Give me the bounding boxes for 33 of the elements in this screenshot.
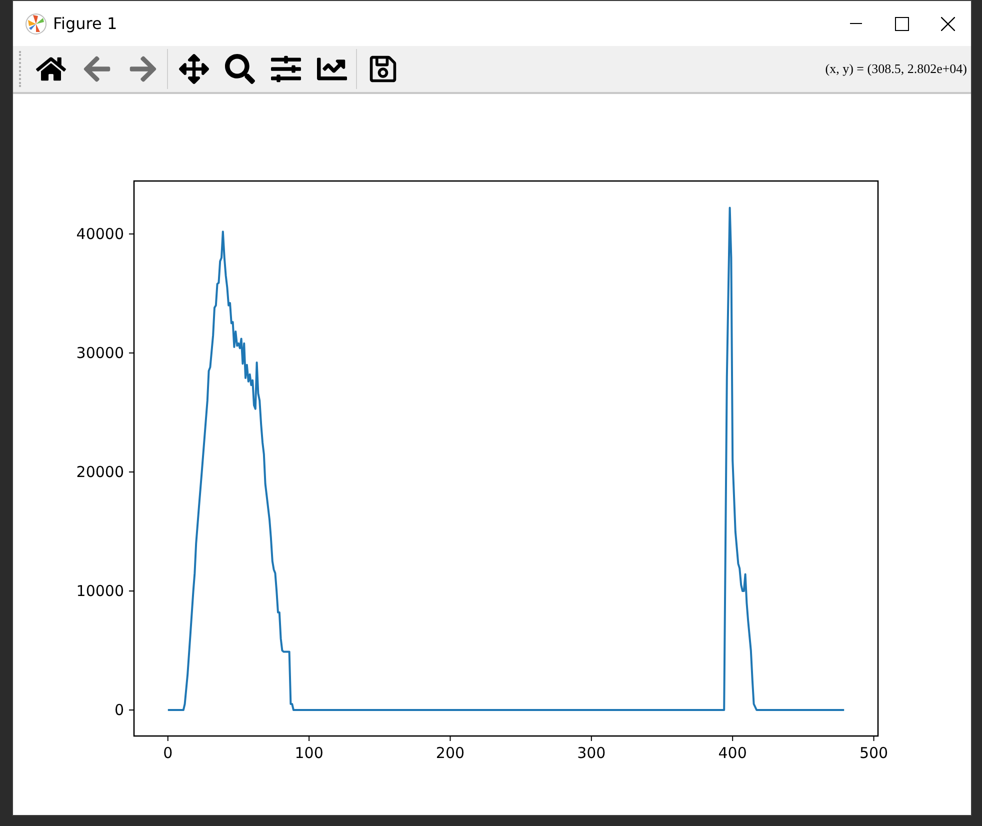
app-logo-icon (25, 12, 47, 34)
forward-arrow-icon (128, 54, 158, 84)
cursor-coordinates: (x, y) = (308.5, 2.802e+04) (825, 60, 967, 78)
tick-mark (128, 233, 134, 234)
tick-label: 20000 (76, 462, 124, 481)
move-icon (179, 54, 209, 84)
tick-mark (873, 736, 874, 742)
tick-mark (732, 736, 734, 742)
tick-mark (167, 736, 168, 742)
tick-mark (590, 736, 592, 742)
tick-mark (128, 352, 134, 354)
tick-mark (308, 736, 310, 742)
tick-mark (128, 471, 134, 472)
sliders-icon (271, 54, 301, 84)
tick-label: 200 (436, 744, 465, 762)
back-arrow-icon (82, 54, 112, 84)
tick-label: 400 (718, 744, 747, 762)
tick-label: 10000 (76, 582, 124, 600)
tick-label: 30000 (76, 344, 124, 362)
tick-label: 0 (114, 701, 124, 719)
tick-label: 40000 (76, 224, 124, 243)
maximize-icon (895, 16, 909, 30)
tick-label: 0 (163, 744, 173, 762)
minimize-icon (850, 22, 862, 24)
tick-label: 500 (859, 744, 888, 762)
search-icon (225, 54, 255, 84)
tick-mark (450, 736, 451, 742)
tick-mark (128, 590, 134, 592)
save-icon (368, 54, 398, 84)
window-title: Figure 1 (53, 12, 118, 34)
tick-label: 100 (294, 744, 324, 762)
tick-label: 300 (577, 744, 606, 762)
close-icon (941, 16, 955, 30)
